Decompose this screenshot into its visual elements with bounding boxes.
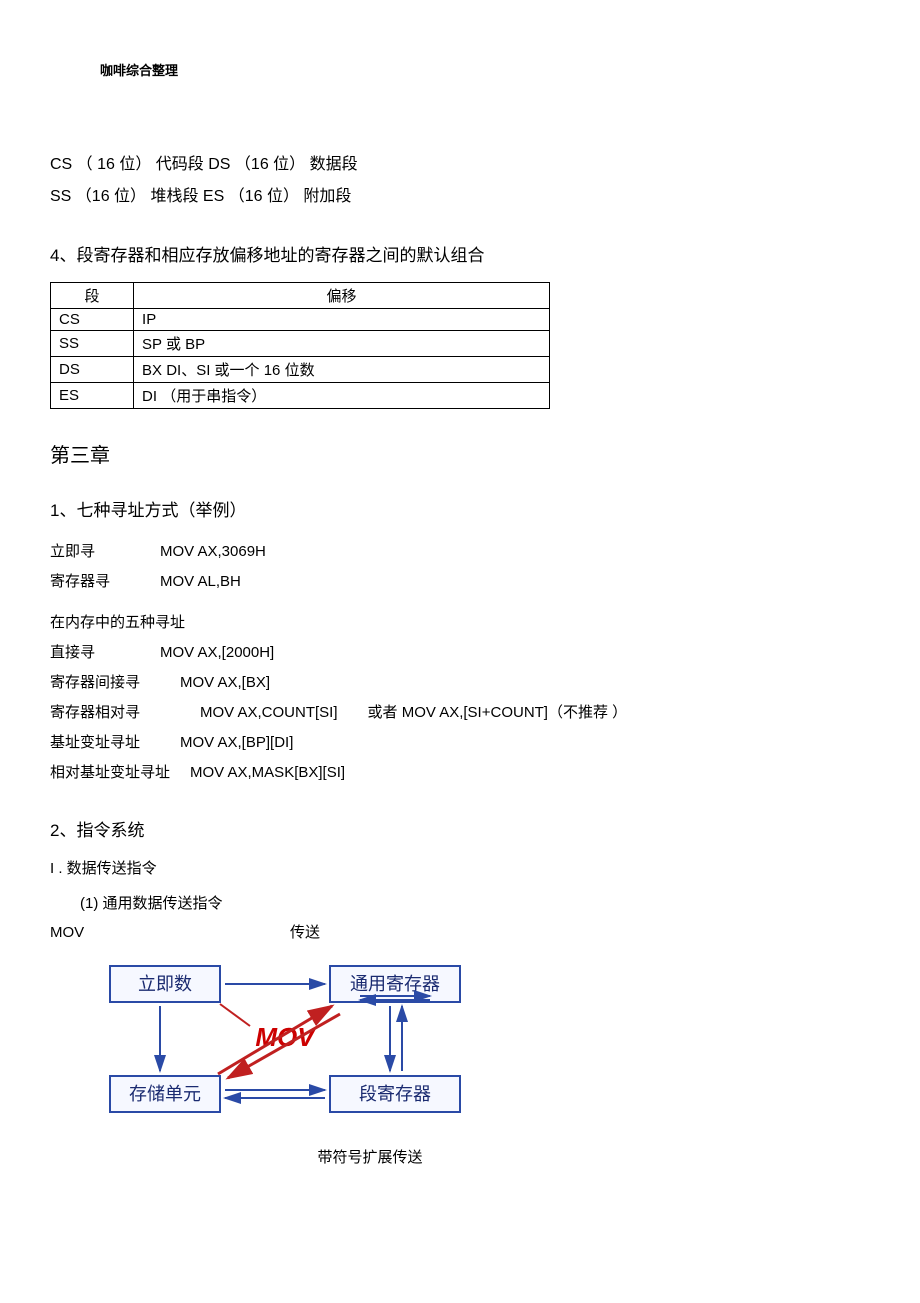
- th-offset: 偏移: [134, 283, 550, 309]
- cell-off: IP: [134, 309, 550, 331]
- segment-line-1: CS （ 16 位） 代码段 DS （16 位） 数据段: [50, 149, 870, 181]
- th-segment: 段: [51, 283, 134, 309]
- chapter-3-title: 第三章: [50, 439, 870, 468]
- section-3-2-title: 2、指令系统: [50, 816, 870, 841]
- subsection-i-title: I . 数据传送指令: [50, 857, 870, 878]
- signed-extend-label: 带符号扩展传送: [170, 1146, 570, 1167]
- cell-off: DI （用于串指令）: [134, 383, 550, 409]
- table-row: ES DI （用于串指令）: [51, 383, 550, 409]
- addressing-reg-indirect: 寄存器间接寻 MOV AX,[BX]: [50, 668, 870, 698]
- section-4-title: 4、段寄存器和相应存放偏移地址的寄存器之间的默认组合: [50, 241, 870, 266]
- diagram-box-memory: 存储单元: [129, 1084, 201, 1104]
- cell-off: SP 或 BP: [134, 331, 550, 357]
- addressing-label: 立即寻: [50, 537, 160, 567]
- instruction-desc: 传送: [290, 919, 320, 948]
- addressing-direct: 直接寻 MOV AX,[2000H]: [50, 638, 870, 668]
- addressing-label: 寄存器相对寻: [50, 698, 200, 728]
- addressing-code: MOV AX,MASK[BX][SI]: [190, 758, 345, 788]
- header-note: 咖啡综合整理: [100, 60, 870, 79]
- cell-seg: DS: [51, 357, 134, 383]
- segment-offset-table: 段 偏移 CS IP SS SP 或 BP DS BX DI、SI 或一个 16…: [50, 282, 550, 409]
- addressing-label: 直接寻: [50, 638, 160, 668]
- table-row: SS SP 或 BP: [51, 331, 550, 357]
- addressing-register: 寄存器寻 MOV AL,BH: [50, 567, 870, 597]
- table-row: CS IP: [51, 309, 550, 331]
- addressing-code: MOV AX,[BP][DI]: [180, 728, 293, 758]
- section-3-1-title: 1、七种寻址方式（举例）: [50, 496, 870, 521]
- diagram-box-seg-reg: 段寄存器: [359, 1084, 431, 1104]
- table-header-row: 段 偏移: [51, 283, 550, 309]
- instruction-mov: MOV 传送: [50, 919, 870, 948]
- memory-addressing-header: 在内存中的五种寻址: [50, 611, 870, 632]
- instruction-name: MOV: [50, 919, 290, 948]
- addressing-code: MOV AX,[2000H]: [160, 638, 274, 668]
- diagram-box-general-reg: 通用寄存器: [350, 974, 440, 994]
- mov-diagram-svg: 立即数 通用寄存器 存储单元 段寄存器 MOV: [100, 956, 470, 1126]
- addressing-label: 寄存器间接寻: [50, 668, 180, 698]
- addressing-label: 相对基址变址寻址: [50, 758, 190, 788]
- addressing-reg-relative: 寄存器相对寻 MOV AX,COUNT[SI] 或者 MOV AX,[SI+CO…: [50, 698, 870, 728]
- addressing-code: MOV AL,BH: [160, 567, 241, 597]
- addressing-code: MOV AX,COUNT[SI]: [200, 698, 338, 728]
- mov-diagram: 立即数 通用寄存器 存储单元 段寄存器 MOV: [100, 956, 870, 1126]
- segment-line-2: SS （16 位） 堆栈段 ES （16 位） 附加段: [50, 181, 870, 213]
- cell-seg: SS: [51, 331, 134, 357]
- cell-seg: CS: [51, 309, 134, 331]
- addressing-code: MOV AX,3069H: [160, 537, 266, 567]
- addressing-note: 或者 MOV AX,[SI+COUNT]（不推荐 ）: [368, 698, 628, 728]
- addressing-label: 寄存器寻: [50, 567, 160, 597]
- cell-seg: ES: [51, 383, 134, 409]
- addressing-immediate: 立即寻 MOV AX,3069H: [50, 537, 870, 567]
- document-page: 咖啡综合整理 CS （ 16 位） 代码段 DS （16 位） 数据段 SS （…: [0, 0, 920, 1207]
- addressing-rel-base-index: 相对基址变址寻址 MOV AX,MASK[BX][SI]: [50, 758, 870, 788]
- diagram-box-immediate: 立即数: [138, 974, 192, 994]
- cell-off: BX DI、SI 或一个 16 位数: [134, 357, 550, 383]
- subsection-1-title: (1) 通用数据传送指令: [80, 892, 870, 913]
- addressing-label: 基址变址寻址: [50, 728, 180, 758]
- table-row: DS BX DI、SI 或一个 16 位数: [51, 357, 550, 383]
- addressing-code: MOV AX,[BX]: [180, 668, 270, 698]
- addressing-base-index: 基址变址寻址 MOV AX,[BP][DI]: [50, 728, 870, 758]
